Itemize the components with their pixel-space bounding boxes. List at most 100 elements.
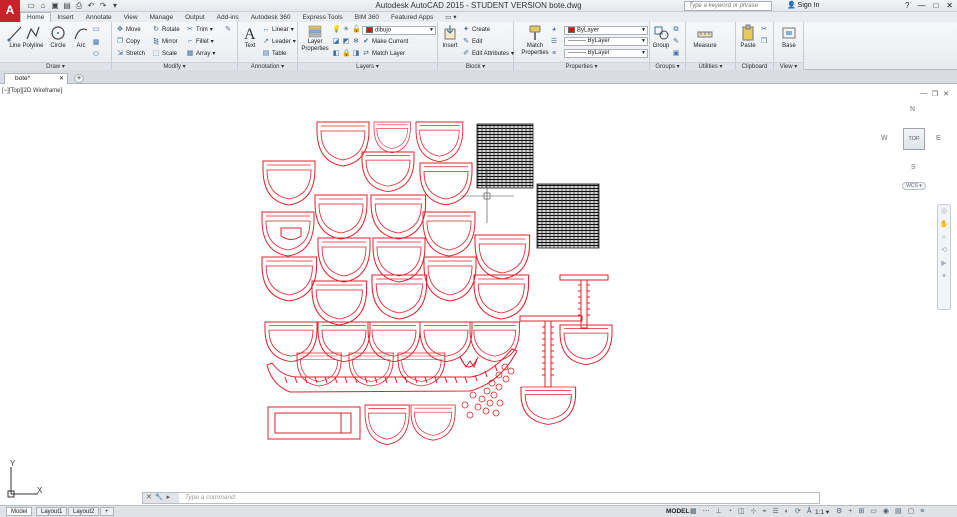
new-layout-button[interactable]: + (100, 507, 114, 516)
match-layer-button[interactable]: ⇄ Match Layer (362, 49, 405, 59)
orbit-icon[interactable]: ⟲ (938, 244, 950, 257)
groups-panel-title[interactable]: Groups ▾ (650, 62, 685, 70)
help-icon[interactable]: ? (905, 1, 909, 11)
isolate-objects-icon[interactable]: ◉ (883, 507, 889, 517)
clean-screen-icon[interactable]: ▢ (908, 507, 915, 517)
snap-icon[interactable]: ⋯ (703, 507, 710, 517)
tab-annotate[interactable]: Annotate (80, 13, 118, 22)
rib-section[interactable] (410, 404, 456, 441)
saveas-icon[interactable]: ▤ (62, 1, 72, 11)
draw-panel-title[interactable]: Draw ▾ (0, 62, 111, 70)
customize-command-icon[interactable]: 🔧 (155, 493, 164, 503)
wcs-menu[interactable]: WCS ▾ (902, 182, 926, 190)
close-icon[interactable]: ✕ (946, 1, 953, 11)
rib-section[interactable] (422, 211, 476, 257)
tab-insert[interactable]: Insert (51, 13, 79, 22)
ungroup-button[interactable]: ⧉ (672, 25, 680, 35)
quick-properties-icon[interactable]: ▭ (870, 507, 877, 517)
grid-icon[interactable]: ▦ (690, 507, 697, 517)
tab-express-tools[interactable]: Express Tools (296, 13, 348, 22)
copy-button[interactable]: ❐ Copy (116, 37, 140, 47)
command-history-icon[interactable]: ▸ (167, 493, 171, 503)
model-space-toggle[interactable]: MODEL (666, 508, 689, 515)
selection-cycle-icon[interactable]: ⟳ (795, 507, 801, 517)
close-command-icon[interactable]: ✕ (146, 493, 152, 503)
layer-tools-2[interactable]: ◧ 🔒 ◨ (332, 49, 360, 59)
group-edit-button[interactable]: ✎ (672, 37, 680, 47)
steering-wheel-icon[interactable]: ◎ (938, 205, 950, 218)
fillet-button[interactable]: ⌐ Fillet ▾ (186, 37, 214, 47)
sign-in-button[interactable]: 👤 Sign In (787, 1, 819, 11)
lineweight-dropdown[interactable]: ——— ByLayer ▼ (564, 37, 648, 46)
array-button[interactable]: ▦ Array ▾ (186, 49, 216, 59)
rib-section[interactable] (473, 274, 530, 320)
annotation-panel-title[interactable]: Annotation ▾ (238, 62, 297, 70)
layer-properties-button[interactable]: Layer Properties (300, 24, 330, 53)
tab-manage[interactable]: Manage (144, 13, 180, 22)
save-icon[interactable]: ▣ (50, 1, 60, 11)
otrack-icon[interactable]: ⊹ (751, 507, 757, 517)
viewcube-top-face[interactable]: TOP (903, 128, 925, 150)
layout-tab-layout1[interactable]: Layout1 (36, 507, 68, 516)
paste-button[interactable]: Paste (736, 24, 760, 50)
cut-button[interactable]: ✂ (760, 25, 768, 35)
tab-view[interactable]: View (118, 13, 144, 22)
rib-section[interactable] (261, 211, 315, 257)
open-icon[interactable]: ⌂ (38, 1, 48, 11)
viewcube[interactable]: N W E S TOP WCS ▾ (878, 104, 948, 194)
lineweight-toggle-icon[interactable]: ☰ (772, 507, 778, 517)
hatched-block-right[interactable] (536, 183, 600, 249)
color-dropdown[interactable]: ByLayer ▼ (564, 26, 648, 35)
rib-section[interactable] (261, 256, 318, 302)
layer-state-icons[interactable]: 💡 ☀ 🔓 (332, 25, 361, 35)
tab-autodesk-360[interactable]: Autodesk 360 (245, 13, 297, 22)
layout-tab-model[interactable]: Model (6, 507, 33, 516)
rib-section[interactable] (314, 194, 368, 240)
osnap-icon[interactable]: ◫ (738, 507, 745, 517)
compass-south[interactable]: S (911, 164, 916, 171)
deck-plank[interactable] (267, 406, 361, 440)
polar-icon[interactable]: ◔ (728, 507, 732, 517)
zoom-extents-icon[interactable]: ⌕ (938, 231, 950, 244)
rib-section[interactable] (364, 404, 410, 446)
edit-attributes-button[interactable]: ✐ Edit Attributes ▾ (462, 49, 514, 59)
measure-button[interactable]: Measure (688, 24, 722, 50)
ribbon-toggle-icon[interactable]: ▭ ▾ (439, 13, 462, 22)
rib-section[interactable] (311, 280, 368, 326)
leader-button[interactable]: ↗ Leader ▾ (262, 37, 296, 47)
utilities-panel-title[interactable]: Utilities ▾ (686, 62, 735, 70)
compass-west[interactable]: W (881, 135, 888, 142)
scale-button[interactable]: ⬚ Scale (152, 49, 177, 59)
units-icon[interactable]: ⊞ (858, 507, 864, 517)
new-tab-button[interactable]: + (74, 74, 84, 83)
block-panel-title[interactable]: Block ▾ (438, 62, 513, 70)
tab-bim-360[interactable]: BIM 360 (349, 13, 385, 22)
tab-home[interactable]: Home (20, 12, 52, 22)
linetype-dropdown[interactable]: ——— ByLayer ▼ (564, 49, 648, 58)
copy-clip-button[interactable]: ❐ (760, 37, 768, 47)
command-input[interactable]: Type a command (185, 493, 805, 503)
rib-section[interactable] (370, 194, 427, 240)
rib-section[interactable] (419, 162, 473, 206)
rib-section[interactable] (559, 324, 613, 366)
navbar-menu-icon[interactable]: ▾ (938, 270, 950, 283)
rib-section[interactable] (415, 121, 464, 163)
undo-icon[interactable]: ↶ (86, 1, 96, 11)
drawing-area[interactable]: [−][Top][2D Wireframe] — ❐ ✕ N W E S TOP… (0, 85, 957, 504)
move-button[interactable]: ✥ Move (116, 25, 141, 35)
rib-section[interactable] (317, 237, 371, 283)
group-select-button[interactable]: ▣ (672, 49, 680, 59)
insert-button[interactable]: Insert (438, 24, 462, 50)
erase-button[interactable]: ✎ (224, 25, 232, 35)
table-button[interactable]: ▤ Table (262, 49, 287, 59)
close-tab-icon[interactable]: ✕ (59, 74, 64, 84)
print-icon[interactable]: ⎙ (74, 1, 84, 11)
stretch-button[interactable]: ⇲ Stretch (116, 49, 145, 59)
rotate-button[interactable]: ↻ Rotate (152, 25, 180, 35)
text-button[interactable]: A Text (238, 24, 262, 50)
draw-extra-1[interactable]: ▭ (92, 25, 100, 35)
mirror-button[interactable]: ⧎ Mirror (152, 37, 178, 47)
transom-piece[interactable] (459, 356, 479, 369)
annotation-scale[interactable]: 1:1 ▾ (815, 508, 829, 516)
rib-section[interactable] (423, 256, 477, 302)
